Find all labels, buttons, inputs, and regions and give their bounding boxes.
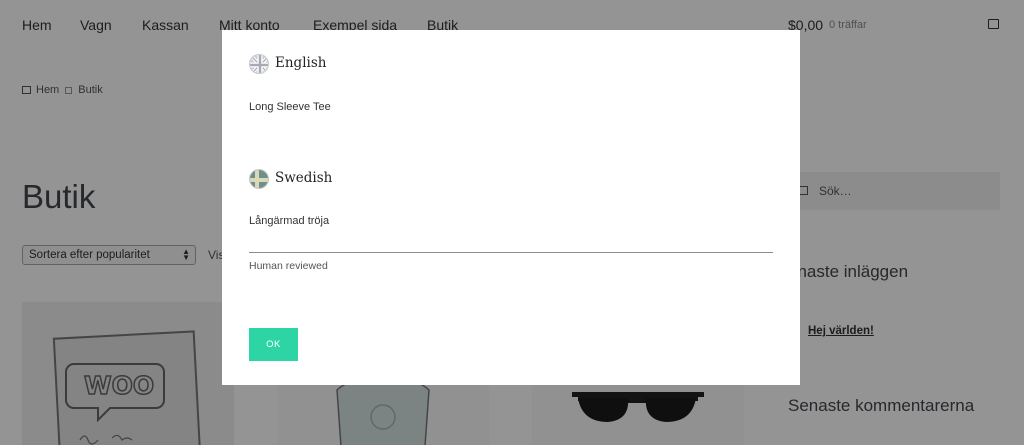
target-language-name: Swedish bbox=[275, 170, 333, 186]
source-text: Long Sleeve Tee bbox=[249, 101, 331, 113]
source-language-name: English bbox=[275, 55, 327, 71]
uk-flag-icon bbox=[249, 54, 269, 74]
target-text-field[interactable]: Långärmad tröja bbox=[249, 215, 329, 227]
review-status: Human reviewed bbox=[249, 260, 328, 272]
ok-button[interactable]: OK bbox=[249, 328, 298, 361]
swedish-flag-icon bbox=[249, 169, 269, 189]
translation-dialog: English Long Sleeve Tee Swedish Långärma… bbox=[222, 30, 800, 385]
target-text-underline bbox=[249, 252, 773, 253]
